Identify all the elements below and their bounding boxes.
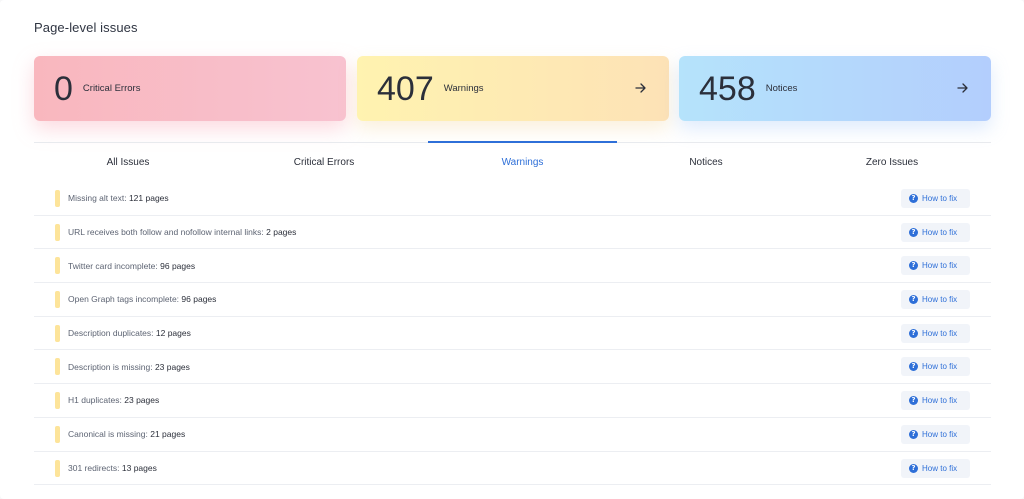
section-title: Page-level issues <box>34 20 138 35</box>
critical-errors-count: 0 <box>54 69 73 108</box>
how-to-fix-label: How to fix <box>922 328 958 338</box>
how-to-fix-label: How to fix <box>922 261 958 271</box>
issue-row: H1 duplicates: 23 pages? How to fix <box>34 384 991 418</box>
issue-label: 301 redirects: <box>68 462 120 473</box>
issue-text: Open Graph tags incomplete: 96 pages <box>68 294 216 304</box>
issue-label: Description is missing: <box>68 361 153 372</box>
issue-label: Missing alt text: <box>68 193 127 204</box>
how-to-fix-button[interactable]: ? How to fix <box>901 290 970 310</box>
warning-indicator <box>55 291 60 309</box>
issue-text: 301 redirects: 13 pages <box>68 463 157 473</box>
issue-count: 13 pages <box>121 462 157 473</box>
warning-indicator <box>55 392 60 410</box>
how-to-fix-button[interactable]: ? How to fix <box>901 189 970 208</box>
issue-label: Canonical is missing: <box>68 429 148 440</box>
question-circle-icon: ? <box>909 362 918 372</box>
warnings-count: 407 <box>377 69 434 108</box>
how-to-fix-button[interactable]: ? How to fix <box>901 323 970 343</box>
tab-notices[interactable]: Notices <box>612 143 800 181</box>
issue-row: Missing alt text: 121 pages? How to fix <box>34 182 991 216</box>
tab-all-issues[interactable]: All Issues <box>34 143 222 181</box>
how-to-fix-label: How to fix <box>922 362 958 372</box>
how-to-fix-label: How to fix <box>922 396 958 406</box>
question-circle-icon: ? <box>909 227 918 237</box>
issue-count: 96 pages <box>160 260 196 271</box>
warning-indicator <box>55 459 60 477</box>
summary-cards: 0 Critical Errors 407 Warnings 458 Notic… <box>34 56 991 122</box>
issue-list: Missing alt text: 121 pages? How to fix UR… <box>34 182 991 486</box>
question-circle-icon: ? <box>909 194 918 203</box>
notices-count: 458 <box>699 69 756 108</box>
how-to-fix-label: How to fix <box>922 194 958 203</box>
issue-label: Open Graph tags incomplete: <box>68 294 180 305</box>
tab-zero-issues[interactable]: Zero Issues <box>798 143 986 181</box>
issue-text: URL receives both follow and nofollow in… <box>68 227 296 237</box>
how-to-fix-label: How to fix <box>922 295 958 305</box>
question-circle-icon: ? <box>909 295 918 305</box>
tab-critical-errors[interactable]: Critical Errors <box>230 143 418 181</box>
critical-errors-label: Critical Errors <box>82 83 141 94</box>
question-circle-icon: ? <box>909 463 918 473</box>
notices-label: Notices <box>765 83 798 94</box>
issue-label: H1 duplicates: <box>68 395 122 406</box>
issue-count: 21 pages <box>150 429 186 440</box>
how-to-fix-label: How to fix <box>922 227 958 237</box>
warning-indicator <box>55 324 60 342</box>
issue-text: Twitter card incomplete: 96 pages <box>68 261 195 271</box>
issue-text: Description duplicates: 12 pages <box>68 328 191 338</box>
issue-count: 121 pages <box>128 193 169 204</box>
arrow-right-icon[interactable] <box>957 81 969 95</box>
issue-text: Missing alt text: 121 pages <box>68 193 169 203</box>
how-to-fix-button[interactable]: ? How to fix <box>901 458 970 478</box>
issue-label: Description duplicates: <box>68 328 154 339</box>
issue-row: Canonical is missing: 21 pages? How to fi… <box>34 418 991 452</box>
warning-indicator <box>55 223 60 241</box>
warning-indicator <box>55 190 60 207</box>
warnings-card[interactable]: 407 Warnings <box>357 56 669 121</box>
issue-row: Open Graph tags incomplete: 96 pages? How… <box>34 283 991 317</box>
issue-tabs: All Issues Critical Errors Warnings Noti… <box>34 141 991 182</box>
issue-row: Description duplicates: 12 pages? How to … <box>34 317 991 351</box>
notices-card[interactable]: 458 Notices <box>679 56 991 121</box>
warning-indicator <box>55 358 60 376</box>
issue-row: Twitter card incomplete: 96 pages? How to… <box>34 249 991 284</box>
issue-label: URL receives both follow and nofollow in… <box>68 227 264 238</box>
warnings-label: Warnings <box>443 83 484 94</box>
warning-indicator <box>55 425 60 443</box>
how-to-fix-button[interactable]: ? How to fix <box>901 424 970 444</box>
issue-count: 23 pages <box>154 361 190 372</box>
issue-text: H1 duplicates: 23 pages <box>68 395 159 405</box>
question-circle-icon: ? <box>909 328 918 338</box>
question-circle-icon: ? <box>909 396 918 406</box>
issue-count: 12 pages <box>155 328 191 339</box>
issue-text: Canonical is missing: 21 pages <box>68 429 185 439</box>
how-to-fix-button[interactable]: ? How to fix <box>901 357 970 377</box>
question-circle-icon: ? <box>909 429 918 439</box>
how-to-fix-button[interactable]: ? How to fix <box>901 391 970 411</box>
arrow-right-icon[interactable] <box>635 81 647 95</box>
question-circle-icon: ? <box>909 261 918 271</box>
how-to-fix-button[interactable]: ? How to fix <box>901 256 970 276</box>
how-to-fix-label: How to fix <box>922 463 958 473</box>
issue-row: 301 redirects: 13 pages? How to fix <box>34 452 991 486</box>
issue-row: Description is missing: 23 pages? How to … <box>34 350 991 385</box>
issue-count: 96 pages <box>181 294 217 305</box>
page-level-issues-panel: Page-level issues 0 Critical Errors 407 … <box>0 0 1024 499</box>
issue-count: 23 pages <box>124 395 160 406</box>
issue-row: URL receives both follow and nofollow in… <box>34 216 991 250</box>
critical-errors-card[interactable]: 0 Critical Errors <box>34 56 346 121</box>
tab-warnings[interactable]: Warnings <box>428 141 617 181</box>
issue-count: 2 pages <box>266 227 297 238</box>
warning-indicator <box>55 257 60 275</box>
how-to-fix-button[interactable]: ? How to fix <box>901 222 970 242</box>
how-to-fix-label: How to fix <box>922 429 958 439</box>
issue-label: Twitter card incomplete: <box>68 260 158 271</box>
issue-text: Description is missing: 23 pages <box>68 362 190 372</box>
